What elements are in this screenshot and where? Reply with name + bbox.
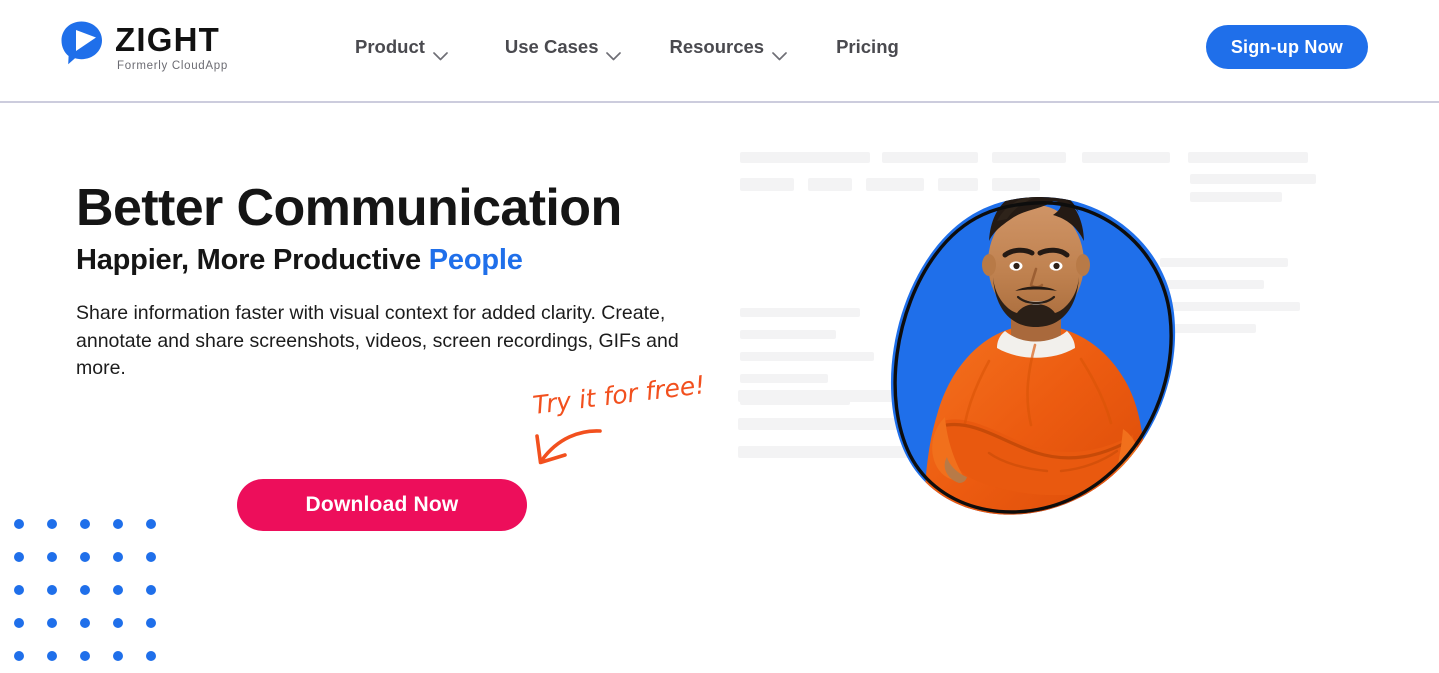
grid-dot <box>80 618 90 628</box>
nav-item-label: Use Cases <box>504 36 599 57</box>
hero-person-photo <box>885 185 1185 530</box>
grid-dot <box>80 651 90 661</box>
hero-headline-primary: Better Communication <box>76 179 622 237</box>
grid-dot <box>47 651 57 661</box>
grid-dot <box>14 618 24 628</box>
grid-dot <box>47 618 57 628</box>
brand-wordmark: ZIGHT <box>115 21 220 58</box>
grid-dot <box>47 552 57 562</box>
hero-subcopy: Share information faster with visual con… <box>76 302 679 379</box>
hero-annotation: Try it for free! <box>528 370 738 477</box>
grid-dot <box>113 585 123 595</box>
grid-dot <box>47 519 57 529</box>
nav-item-label: Product <box>355 36 425 57</box>
grid-dot <box>113 552 123 562</box>
grid-dot <box>113 651 123 661</box>
signup-button[interactable]: Sign-up Now <box>1205 25 1368 69</box>
grid-dot <box>80 519 90 529</box>
chevron-down-icon <box>606 44 622 61</box>
brand-tagline: Formerly CloudApp <box>117 60 228 72</box>
grid-dot <box>80 552 90 562</box>
grid-dot <box>113 519 123 529</box>
hero-headline-accent: People <box>428 244 523 276</box>
nav-item-resources[interactable]: Resources <box>669 36 787 61</box>
main-navigation: Product Use Cases Resources Pricing <box>355 36 899 61</box>
nav-item-label: Resources <box>669 36 765 57</box>
grid-dot <box>146 585 156 595</box>
hero-headline-secondary: Happier, More Productive People <box>76 242 716 278</box>
chat-bubble-play-icon <box>60 20 104 66</box>
nav-item-pricing[interactable]: Pricing <box>836 36 899 58</box>
brand-logo[interactable]: ZIGHT Formerly CloudApp <box>60 20 228 73</box>
download-now-button[interactable]: Download Now <box>237 479 527 531</box>
grid-dot <box>14 585 24 595</box>
nav-item-product[interactable]: Product <box>355 36 448 61</box>
grid-dot <box>146 618 156 628</box>
blue-dot-grid-decoration <box>14 519 159 664</box>
grid-dot <box>146 651 156 661</box>
grid-dot <box>14 519 24 529</box>
grid-dot <box>146 519 156 529</box>
site-header: ZIGHT Formerly CloudApp Product Use Case… <box>0 0 1439 103</box>
hero-headline-secondary-plain: Happier, More Productive <box>76 244 429 276</box>
grid-dot <box>146 552 156 562</box>
chevron-down-icon <box>433 44 448 61</box>
hero-illustration <box>730 130 1330 550</box>
grid-dot <box>14 552 24 562</box>
curved-arrow-down-left-icon <box>535 429 602 465</box>
chevron-down-icon <box>772 44 787 61</box>
nav-item-use-cases[interactable]: Use Cases <box>504 36 622 61</box>
grid-dot <box>14 651 24 661</box>
nav-item-label: Pricing <box>836 36 899 57</box>
grid-dot <box>80 585 90 595</box>
grid-dot <box>47 585 57 595</box>
grid-dot <box>113 618 123 628</box>
hero-copy-block: Better Communication Happier, More Produ… <box>76 178 716 383</box>
